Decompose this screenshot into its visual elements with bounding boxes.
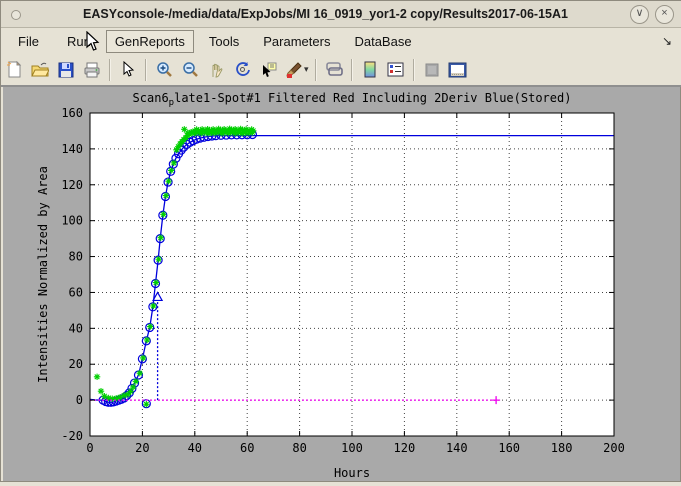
open-folder-icon[interactable] — [28, 58, 52, 82]
x-tick-label: 200 — [603, 441, 625, 455]
menu-overflow-arrow-icon[interactable]: ↘ — [662, 34, 672, 48]
filtered-red-asterisks-green — [94, 374, 100, 380]
title-bar: EASYconsole-/media/data/ExpJobs/MI 16_09… — [1, 1, 681, 28]
toolbar-separator — [315, 59, 317, 81]
window-title: EASYconsole-/media/data/ExpJobs/MI 16_09… — [1, 7, 681, 21]
y-tick-label: 120 — [61, 178, 83, 192]
toolbar: ▾ — [1, 54, 681, 86]
rotate-3d-icon[interactable] — [230, 58, 254, 82]
menu-run[interactable]: Run — [58, 30, 100, 53]
filtered-red-asterisks-green — [165, 178, 171, 184]
filtered-red-asterisks-green — [144, 337, 150, 343]
y-tick-label: 80 — [69, 250, 83, 264]
x-tick-label: 140 — [446, 441, 468, 455]
filtered-red-asterisks-green — [168, 167, 174, 173]
y-tick-label: 40 — [69, 321, 83, 335]
pan-hand-icon[interactable] — [204, 58, 228, 82]
toolbar-separator — [109, 59, 111, 81]
print-icon[interactable] — [80, 58, 104, 82]
filtered-red-asterisks-green — [133, 378, 139, 384]
filtered-red-asterisks-green — [155, 256, 161, 262]
menu-genreports[interactable]: GenReports — [106, 30, 194, 53]
x-tick-label: 160 — [498, 441, 520, 455]
filtered-red-asterisks-green — [171, 160, 177, 166]
y-tick-label: 100 — [61, 214, 83, 228]
filtered-red-asterisks-green — [98, 388, 104, 394]
y-axis-label: Intensities Normalized by Area — [36, 166, 50, 383]
x-axis-label: Hours — [334, 466, 370, 480]
close-button[interactable]: × — [655, 5, 674, 24]
x-tick-label: 20 — [135, 441, 149, 455]
menu-tools[interactable]: Tools — [200, 30, 248, 53]
menu-file[interactable]: File — [9, 30, 48, 53]
growth-curve-plot[interactable]: 020406080100120140160180200-200204060801… — [3, 87, 680, 481]
filtered-red-asterisks-green — [143, 401, 149, 407]
filtered-red-asterisks-green — [147, 323, 153, 329]
x-tick-label: 60 — [240, 441, 254, 455]
filtered-red-asterisks-green — [140, 355, 146, 361]
brush-dropdown-caret-icon[interactable]: ▾ — [304, 64, 309, 75]
y-tick-label: 20 — [69, 357, 83, 371]
brush-icon[interactable] — [282, 58, 306, 82]
filtered-red-asterisks-green — [249, 129, 255, 135]
x-tick-label: 100 — [341, 441, 363, 455]
toolbar-separator — [351, 59, 353, 81]
menu-database[interactable]: DataBase — [345, 30, 420, 53]
x-tick-label: 0 — [86, 441, 93, 455]
colorbar-icon[interactable] — [358, 58, 382, 82]
y-tick-label: 140 — [61, 142, 83, 156]
pointer-icon[interactable] — [116, 58, 140, 82]
filtered-red-asterisks-green — [163, 192, 169, 198]
filtered-red-asterisks-green — [158, 235, 164, 241]
data-cursor-icon[interactable] — [256, 58, 280, 82]
x-tick-label: 120 — [394, 441, 416, 455]
x-tick-label: 80 — [292, 441, 306, 455]
save-icon[interactable] — [54, 58, 78, 82]
dock-figure-icon[interactable] — [446, 58, 470, 82]
toolbar-separator — [145, 59, 147, 81]
link-plots-icon[interactable] — [322, 58, 346, 82]
menu-bar: File Run GenReports Tools Parameters Dat… — [1, 28, 681, 54]
filtered-red-asterisks-green — [130, 384, 136, 390]
filtered-red-asterisks-green — [137, 370, 143, 376]
disabled-square-icon — [420, 58, 444, 82]
zoom-out-icon[interactable] — [178, 58, 202, 82]
filtered-red-asterisks-green — [153, 279, 159, 285]
y-tick-label: 160 — [61, 106, 83, 120]
toolbar-separator — [413, 59, 415, 81]
zoom-in-icon[interactable] — [152, 58, 176, 82]
new-document-icon[interactable] — [2, 58, 26, 82]
legend-icon[interactable] — [384, 58, 408, 82]
y-tick-label: 0 — [76, 393, 83, 407]
filtered-red-asterisks-green — [150, 303, 156, 309]
filtered-red-asterisks-green — [160, 211, 166, 217]
window-menu-icon[interactable] — [11, 10, 21, 20]
x-tick-label: 180 — [551, 441, 573, 455]
menu-parameters[interactable]: Parameters — [254, 30, 339, 53]
y-tick-label: 60 — [69, 285, 83, 299]
x-tick-label: 40 — [188, 441, 202, 455]
minimize-button[interactable]: ∨ — [630, 5, 649, 24]
figure-area: 020406080100120140160180200-200204060801… — [3, 87, 680, 481]
plot-title: Scan6plate1-Spot#1 Filtered Red Includin… — [133, 91, 572, 108]
y-tick-label: -20 — [61, 429, 83, 443]
